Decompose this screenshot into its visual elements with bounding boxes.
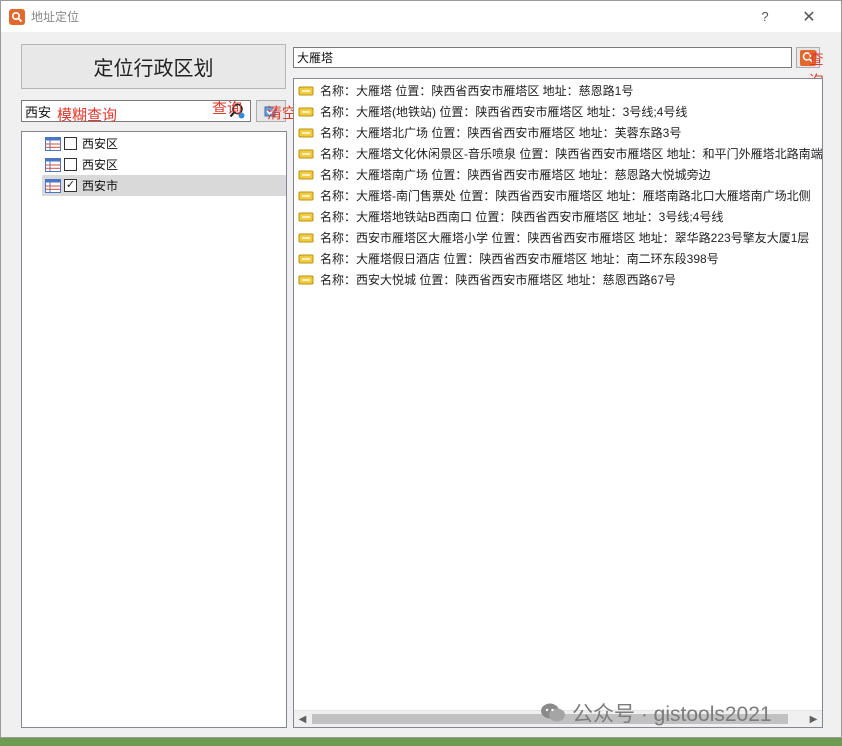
locate-admin-division-button[interactable]: 定位行政区划 xyxy=(21,44,286,89)
scroll-left-arrow-icon[interactable]: ◀ xyxy=(294,711,311,727)
address-locate-dialog: 地址定位 ? ✕ 定位行政区划 模糊查询 查询 清空条件 xyxy=(0,0,842,738)
tree-checkbox[interactable] xyxy=(64,158,77,171)
tag-icon xyxy=(298,86,314,95)
title-bar: 地址定位 ? ✕ xyxy=(1,1,841,32)
list-item[interactable]: 名称：大雁塔地铁站B西南口 位置：陕西省西安市雁塔区 地址：3号线;4号线 xyxy=(298,206,723,227)
tag-icon xyxy=(298,233,314,242)
tree-item-selected[interactable]: ✓ 西安市 xyxy=(42,175,286,196)
tree-checkbox[interactable] xyxy=(64,137,77,150)
close-button[interactable]: ✕ xyxy=(789,1,829,32)
watermark-text: 公众号 · gistools2021 xyxy=(572,703,772,726)
query-annotation: 查询 xyxy=(212,100,243,117)
address-results-list: 名称：大雁塔 位置：陕西省西安市雁塔区 地址：慈恩路1号 名称：大雁塔(地铁站)… xyxy=(293,78,823,728)
tag-icon xyxy=(298,212,314,221)
window-title: 地址定位 xyxy=(31,10,80,24)
list-item[interactable]: 名称：大雁塔假日酒店 位置：陕西省西安市雁塔区 地址：南二环东段398号 xyxy=(298,248,719,269)
result-text: 名称：大雁塔(地铁站) 位置：陕西省西安市雁塔区 地址：3号线;4号线 xyxy=(320,105,688,119)
table-icon xyxy=(45,157,61,172)
result-text: 名称：大雁塔南广场 位置：陕西省西安市雁塔区 地址：慈恩路大悦城旁边 xyxy=(320,168,711,182)
fuzzy-query-annotation: 模糊查询 xyxy=(57,107,118,124)
search-app-icon xyxy=(9,8,25,25)
query-address-char: 查 xyxy=(808,51,824,68)
tree-item-label: 西安区 xyxy=(82,137,119,151)
list-item[interactable]: 名称：西安大悦城 位置：陕西省西安市雁塔区 地址：慈恩西路67号 xyxy=(298,269,676,290)
tag-icon xyxy=(298,254,314,263)
list-item[interactable]: 名称：西安市雁塔区大雁塔小学 位置：陕西省西安市雁塔区 地址：翠华路223号擎友… xyxy=(298,227,809,248)
tag-icon xyxy=(298,149,314,158)
tree-item-label: 西安区 xyxy=(82,158,119,172)
tree-item[interactable]: 西安区 xyxy=(42,133,286,154)
result-text: 名称：大雁塔-南门售票处 位置：陕西省西安市雁塔区 地址：雁塔南路北口大雁塔南广… xyxy=(320,189,811,203)
list-item[interactable]: 名称：大雁塔南广场 位置：陕西省西安市雁塔区 地址：慈恩路大悦城旁边 xyxy=(298,164,711,185)
table-icon xyxy=(45,136,61,151)
list-item[interactable]: 名称：大雁塔文化休闲景区-音乐喷泉 位置：陕西省西安市雁塔区 地址：和平门外雁塔… xyxy=(298,143,823,164)
tag-icon xyxy=(298,275,314,284)
tree-checkbox-checked[interactable]: ✓ xyxy=(64,179,77,192)
admin-division-tree: 西安区 西安区 ✓ 西安市 xyxy=(21,131,287,728)
address-input[interactable] xyxy=(294,48,784,67)
tag-icon xyxy=(298,128,314,137)
tree-item[interactable]: 西安区 xyxy=(42,154,286,175)
result-text: 名称：大雁塔 位置：陕西省西安市雁塔区 地址：慈恩路1号 xyxy=(320,84,634,98)
result-text: 名称：大雁塔文化休闲景区-音乐喷泉 位置：陕西省西安市雁塔区 地址：和平门外雁塔… xyxy=(320,147,823,161)
scroll-right-arrow-icon[interactable]: ▶ xyxy=(805,711,822,727)
result-text: 名称：西安大悦城 位置：陕西省西安市雁塔区 地址：慈恩西路67号 xyxy=(320,273,677,287)
list-item[interactable]: 名称：大雁塔(地铁站) 位置：陕西省西安市雁塔区 地址：3号线;4号线 xyxy=(298,101,687,122)
wechat-icon xyxy=(541,703,565,722)
fuzzy-search-input[interactable] xyxy=(25,102,225,120)
address-field xyxy=(293,47,792,68)
tag-icon xyxy=(298,191,314,200)
help-button[interactable]: ? xyxy=(745,1,785,32)
tree-item-label: 西安市 xyxy=(82,179,119,193)
list-item[interactable]: 名称：大雁塔北广场 位置：陕西省西安市雁塔区 地址：芙蓉东路3号 xyxy=(298,122,681,143)
result-text: 名称：西安市雁塔区大雁塔小学 位置：陕西省西安市雁塔区 地址：翠华路223号擎友… xyxy=(320,231,810,245)
result-text: 名称：大雁塔假日酒店 位置：陕西省西安市雁塔区 地址：南二环东段398号 xyxy=(320,252,719,266)
list-item[interactable]: 名称：大雁塔-南门售票处 位置：陕西省西安市雁塔区 地址：雁塔南路北口大雁塔南广… xyxy=(298,185,811,206)
table-icon xyxy=(45,178,61,193)
result-text: 名称：大雁塔北广场 位置：陕西省西安市雁塔区 地址：芙蓉东路3号 xyxy=(320,126,682,140)
watermark: 公众号 · gistools2021 xyxy=(540,698,772,728)
tag-icon xyxy=(298,107,314,116)
list-item[interactable]: 名称：大雁塔 位置：陕西省西安市雁塔区 地址：慈恩路1号 xyxy=(298,80,633,101)
result-text: 名称：大雁塔地铁站B西南口 位置：陕西省西安市雁塔区 地址：3号线;4号线 xyxy=(320,210,724,224)
tag-icon xyxy=(298,170,314,179)
